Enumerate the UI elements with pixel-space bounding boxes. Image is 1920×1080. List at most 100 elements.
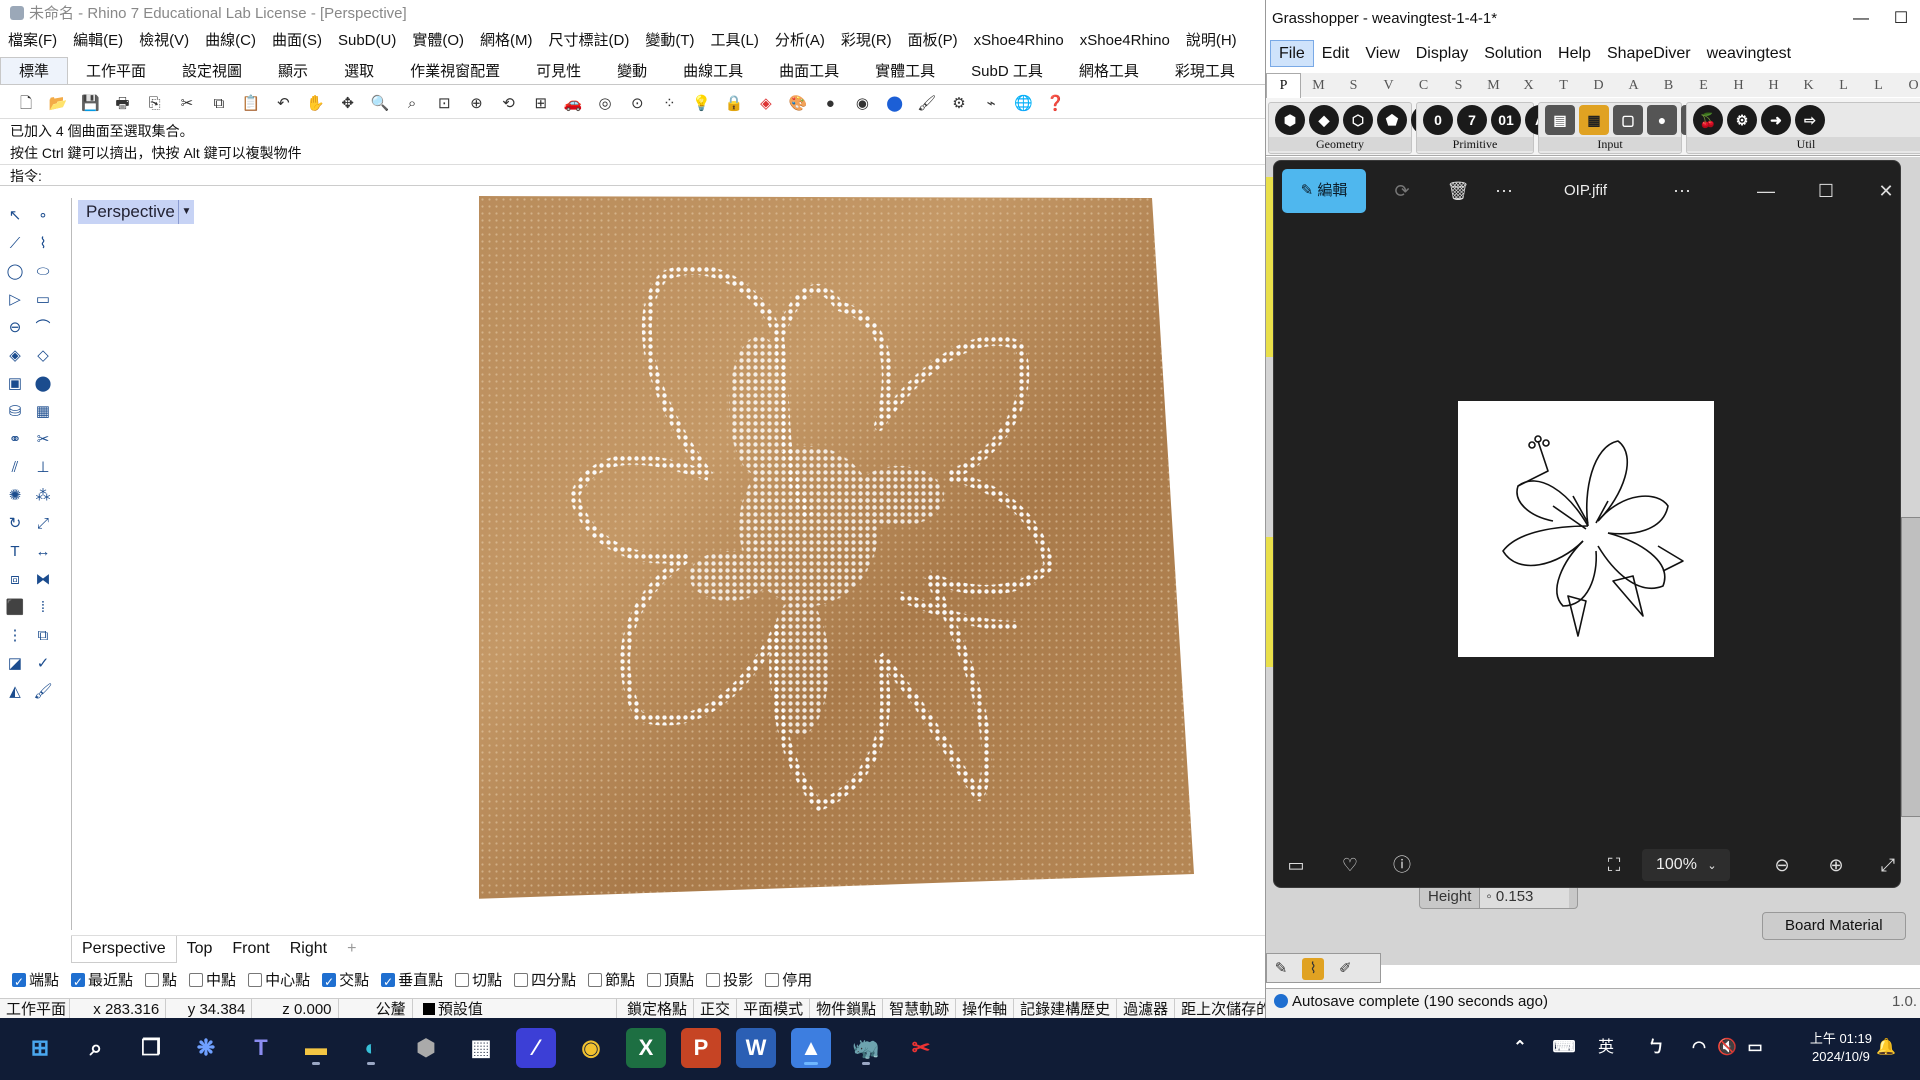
ime-mode-icon[interactable]: ㄅ xyxy=(1640,1028,1672,1068)
rhino-tab[interactable]: 彩現工具 xyxy=(1157,58,1253,84)
save-icon[interactable]: 💾 xyxy=(79,93,101,115)
render-icon[interactable]: ◭ xyxy=(4,681,26,703)
dimension-icon[interactable]: ↔ xyxy=(32,541,54,563)
system-clock[interactable]: 上午 01:19 2024/10/9 xyxy=(1810,1030,1872,1066)
points-icon[interactable]: ⁘ xyxy=(658,93,680,115)
gh-component-tab[interactable]: E xyxy=(1686,74,1721,98)
osnap-option[interactable]: 交點 xyxy=(322,969,369,995)
layers-icon[interactable]: ◈ xyxy=(755,93,777,115)
gh-component-icon[interactable]: ▤ xyxy=(1545,105,1575,135)
board-material-component[interactable]: Board Material xyxy=(1762,912,1906,940)
wire-icon[interactable]: ⌇ xyxy=(1302,958,1325,980)
gh-component-tab[interactable]: S xyxy=(1336,74,1371,98)
rhino-tab[interactable]: 作業視窗配置 xyxy=(392,58,518,84)
show-icon[interactable]: ⊙ xyxy=(626,93,648,115)
viewport-label[interactable]: Perspective xyxy=(78,200,183,224)
zoom-level-dropdown[interactable]: 100% ⌄ xyxy=(1642,849,1730,881)
store-icon[interactable]: ▦ xyxy=(461,1028,501,1068)
rhino-tab[interactable]: 顯示 xyxy=(260,58,326,84)
snipping-tool-icon[interactable]: ✂ xyxy=(901,1028,941,1068)
close-icon[interactable]: ✕ xyxy=(1870,175,1902,207)
osnap-option[interactable]: 最近點 xyxy=(71,969,133,995)
block-icon[interactable]: ⧉ xyxy=(32,625,54,647)
viewport-tab[interactable]: Right xyxy=(280,936,337,962)
woven-board-model[interactable] xyxy=(479,196,1219,899)
gh-component-icon[interactable]: ⚙ xyxy=(1727,105,1757,135)
gh-menu-item[interactable]: View xyxy=(1357,41,1407,66)
ime-indicator[interactable]: 英 xyxy=(1590,1028,1622,1068)
teams-icon[interactable]: T xyxy=(241,1028,281,1068)
gh-menu-item[interactable]: Help xyxy=(1550,41,1599,66)
gh-component-tab[interactable]: X xyxy=(1511,74,1546,98)
rhino-menu-item[interactable]: SubD(U) xyxy=(330,32,404,49)
select-arrow-icon[interactable]: ↖ xyxy=(4,205,26,227)
new-file-icon[interactable]: 🗋 xyxy=(15,93,37,115)
zoom-icon[interactable]: 🔍 xyxy=(369,93,391,115)
osnap-checkbox[interactable] xyxy=(145,973,160,987)
minimize-icon[interactable]: — xyxy=(1841,0,1881,38)
gh-component-icon[interactable]: ▦ xyxy=(1579,105,1609,135)
osnap-option[interactable]: 中心點 xyxy=(248,972,310,989)
pen-app-icon[interactable]: ⁄ xyxy=(516,1028,556,1068)
array-icon[interactable]: ⁞ xyxy=(32,597,54,619)
sketch-icon[interactable]: ✎ xyxy=(1270,958,1292,980)
gh-component-tab[interactable]: D xyxy=(1581,74,1616,98)
car-icon[interactable]: 🚗 xyxy=(562,93,584,115)
rotate-view-icon[interactable]: ✥ xyxy=(337,93,359,115)
rhino-tab[interactable]: 曲面工具 xyxy=(761,58,857,84)
rhino-tab[interactable]: 設定視圖 xyxy=(164,58,260,84)
circle-icon[interactable]: ◯ xyxy=(4,261,26,283)
osnap-checkbox[interactable] xyxy=(12,969,26,995)
osnap-option[interactable]: 頂點 xyxy=(647,972,694,989)
rhino-menu-item[interactable]: 編輯(E) xyxy=(65,32,131,49)
mesh-icon[interactable]: ▦ xyxy=(32,401,54,423)
fillet-icon[interactable]: ⌒ xyxy=(32,317,54,339)
mirror-icon[interactable]: ⧓ xyxy=(32,569,54,591)
rhino-menu-item[interactable]: 檔案(F) xyxy=(0,32,65,49)
viewport-tab[interactable]: Perspective xyxy=(71,936,177,963)
osnap-checkbox[interactable] xyxy=(248,973,263,987)
filmstrip-icon[interactable]: ▭ xyxy=(1280,849,1312,881)
osnap-checkbox[interactable] xyxy=(189,973,204,987)
rhino-menu-item[interactable]: 網格(M) xyxy=(472,32,541,49)
rhino-menu-item[interactable]: 尺寸標註(D) xyxy=(541,32,638,49)
add-viewport-icon[interactable]: + xyxy=(337,936,366,962)
gh-component-icon[interactable]: ⇨ xyxy=(1795,105,1825,135)
solid-box-icon[interactable]: ⬛ xyxy=(4,597,26,619)
curve-icon[interactable]: ⌇ xyxy=(32,233,54,255)
gh-component-tab[interactable]: L xyxy=(1826,74,1861,98)
copy-icon[interactable]: ⧉ xyxy=(208,93,230,115)
rhino-app-icon[interactable]: 🦏 xyxy=(846,1028,886,1068)
osnap-option[interactable]: 投影 xyxy=(706,972,753,989)
grasshopper-icon[interactable]: ⌁ xyxy=(980,93,1002,115)
zoom-selected-icon[interactable]: ⊕ xyxy=(465,93,487,115)
trim-icon[interactable]: ✂ xyxy=(32,429,54,451)
osnap-checkbox[interactable] xyxy=(647,973,662,987)
rendered-sphere-icon[interactable]: ◉ xyxy=(851,93,873,115)
osnap-checkbox[interactable] xyxy=(588,973,603,987)
cylinder-icon[interactable]: ⛁ xyxy=(4,401,26,423)
height-slider[interactable]: Height ◦ 0.153 xyxy=(1419,885,1579,909)
gh-menu-item[interactable]: Display xyxy=(1408,41,1476,66)
favorite-heart-icon[interactable]: ♡ xyxy=(1334,849,1366,881)
powerpoint-icon[interactable]: P xyxy=(681,1028,721,1068)
rhino-menu-item[interactable]: 說明(H) xyxy=(1178,32,1245,49)
gh-component-tab[interactable]: S xyxy=(1441,74,1476,98)
gh-menu-item[interactable]: Edit xyxy=(1314,41,1358,66)
copilot-icon[interactable]: ❋ xyxy=(186,1028,226,1068)
rhino-menu-item[interactable]: 變動(T) xyxy=(637,32,702,49)
file-more-icon[interactable]: ⋯ xyxy=(1666,175,1698,207)
zoom-extents-icon[interactable]: ⊡ xyxy=(433,93,455,115)
start-windows-icon[interactable]: ⊞ xyxy=(20,1028,60,1068)
osnap-option[interactable]: 四分點 xyxy=(514,972,576,989)
gh-component-icon[interactable]: ⬢ xyxy=(1275,105,1305,135)
hide-icon[interactable]: ◎ xyxy=(594,93,616,115)
gh-menu-item[interactable]: Solution xyxy=(1476,41,1550,66)
gh-component-tab[interactable]: O xyxy=(1896,74,1920,98)
rhino-tab[interactable]: 實體工具 xyxy=(857,58,953,84)
gh-component-tab[interactable]: M xyxy=(1301,74,1336,98)
arc-icon[interactable]: ⊖ xyxy=(4,317,26,339)
rhino-menu-item[interactable]: 工具(L) xyxy=(703,32,767,49)
check-icon[interactable]: ✓ xyxy=(32,653,54,675)
polyline-icon[interactable]: ⟋ xyxy=(4,233,26,255)
